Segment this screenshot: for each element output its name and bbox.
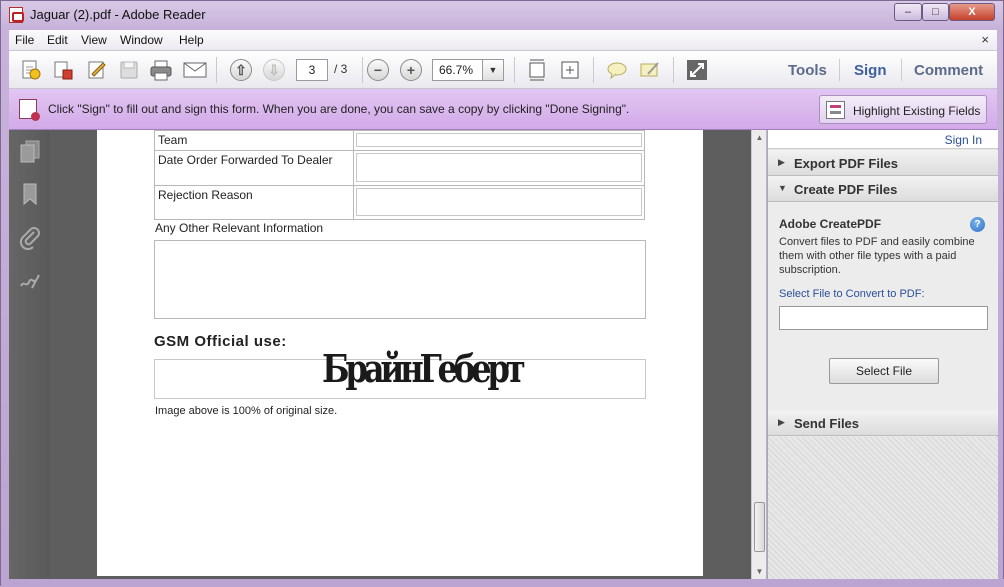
fit-page-icon[interactable] <box>558 58 582 82</box>
main-toolbar: ⇧ ⇩ 3 / 3 − + 66.7% ▼ Tools Sign Comment <box>9 51 997 89</box>
create-pdf-icon[interactable] <box>19 58 43 82</box>
save-icon[interactable] <box>117 58 141 82</box>
other-info-label: Any Other Relevant Information <box>155 221 324 235</box>
comment-icon[interactable] <box>605 58 629 82</box>
window-title: Jaguar (2).pdf - Adobe Reader <box>30 7 206 22</box>
app-window: Jaguar (2).pdf - Adobe Reader – □ X File… <box>0 0 1004 587</box>
maximize-button[interactable]: □ <box>922 3 949 21</box>
menu-help[interactable]: Help <box>179 33 204 47</box>
export-pdf-section[interactable]: ▶ Export PDF Files <box>768 150 998 176</box>
highlight-text-icon[interactable] <box>638 58 662 82</box>
task-pane: Sign In ▶ Export PDF Files ▼ Create PDF … <box>767 130 998 579</box>
select-file-input[interactable] <box>779 306 988 330</box>
create-pdf-panel: Adobe CreatePDF ? Convert files to PDF a… <box>768 202 998 410</box>
combine-files-icon[interactable] <box>51 58 75 82</box>
scroll-down-icon[interactable]: ▼ <box>752 564 767 579</box>
toolbar-separator <box>673 57 674 83</box>
sign-message: Click "Sign" to fill out and sign this f… <box>48 102 630 116</box>
export-pdf-title: Export PDF Files <box>794 156 899 171</box>
table-row: Date Order Forwarded To Dealer <box>154 150 645 186</box>
toolbar-separator <box>362 57 363 83</box>
bookmarks-icon[interactable] <box>18 182 42 206</box>
previous-page-icon[interactable]: ⇧ <box>229 58 253 82</box>
navigation-pane <box>9 130 50 579</box>
select-file-label: Select File to Convert to PDF: <box>779 288 925 300</box>
edit-form-icon[interactable] <box>85 58 109 82</box>
menu-edit[interactable]: Edit <box>47 33 68 47</box>
highlight-fields-icon <box>826 101 845 119</box>
vertical-scrollbar[interactable]: ▲ ▼ <box>751 130 766 579</box>
attachments-icon[interactable] <box>18 226 42 251</box>
email-icon[interactable] <box>183 58 207 82</box>
next-page-icon[interactable]: ⇩ <box>262 58 286 82</box>
chevron-right-icon: ▶ <box>778 417 785 427</box>
sign-in-link[interactable]: Sign In <box>945 133 982 147</box>
tab-tools[interactable]: Tools <box>788 62 827 79</box>
form-field-team[interactable] <box>353 130 645 151</box>
zoom-input[interactable]: 66.7% <box>432 59 488 81</box>
table-row: Rejection Reason <box>154 185 645 220</box>
close-button[interactable]: X <box>949 3 995 21</box>
row-label: Rejection Reason <box>154 185 354 220</box>
signature-image: БрайнГеберт <box>322 346 526 391</box>
sign-message-bar: Click "Sign" to fill out and sign this f… <box>9 89 997 130</box>
page-total: / 3 <box>334 62 348 76</box>
send-files-title: Send Files <box>794 416 860 431</box>
empty-pane-area <box>768 437 998 579</box>
form-field-date-forwarded[interactable] <box>353 150 645 186</box>
toolbar-separator <box>514 57 515 83</box>
menu-view[interactable]: View <box>81 33 107 47</box>
help-icon[interactable]: ? <box>970 217 985 232</box>
toolbar-separator <box>593 57 594 83</box>
createpdf-description: Convert files to PDF and easily combine … <box>779 236 975 276</box>
form-field-other-info[interactable] <box>154 240 646 319</box>
tab-sign[interactable]: Sign <box>854 62 887 79</box>
full-screen-icon[interactable] <box>685 58 709 82</box>
tab-separator <box>901 59 902 81</box>
chevron-down-icon: ▼ <box>778 183 787 193</box>
sign-document-icon <box>19 99 40 121</box>
tab-separator <box>839 59 840 81</box>
document-close-icon[interactable]: × <box>981 32 989 47</box>
row-label: Team <box>154 130 354 151</box>
title-bar: Jaguar (2).pdf - Adobe Reader – □ X <box>1 1 1003 29</box>
document-viewport[interactable]: Team Date Order Forwarded To Dealer Reje… <box>50 130 766 579</box>
scroll-up-icon[interactable]: ▲ <box>752 130 767 145</box>
zoom-dropdown-icon[interactable]: ▼ <box>482 59 504 81</box>
zoom-in-icon[interactable]: + <box>399 58 423 82</box>
menu-file[interactable]: File <box>15 33 34 47</box>
menu-bar: File Edit View Window Help × <box>9 30 997 51</box>
fit-width-icon[interactable] <box>525 58 549 82</box>
form-field-rejection-reason[interactable] <box>353 185 645 220</box>
create-pdf-section[interactable]: ▼ Create PDF Files <box>768 176 998 202</box>
toolbar-separator <box>216 57 217 83</box>
scroll-thumb[interactable] <box>754 502 765 552</box>
highlight-existing-fields-button[interactable]: Highlight Existing Fields <box>819 95 987 124</box>
create-pdf-title: Create PDF Files <box>794 182 898 197</box>
table-row: Team <box>154 130 645 151</box>
send-files-section[interactable]: ▶ Send Files <box>768 410 998 436</box>
signin-row: Sign In <box>768 130 998 149</box>
signatures-icon[interactable] <box>18 270 42 294</box>
highlight-button-label: Highlight Existing Fields <box>853 104 981 118</box>
chevron-right-icon: ▶ <box>778 157 785 167</box>
adobe-pdf-icon <box>9 7 24 23</box>
row-label: Date Order Forwarded To Dealer <box>154 150 354 186</box>
signature-caption: Image above is 100% of original size. <box>155 405 338 417</box>
pdf-page: Team Date Order Forwarded To Dealer Reje… <box>97 130 703 576</box>
page-thumbnails-icon[interactable] <box>18 140 42 164</box>
minimize-button[interactable]: – <box>894 3 922 21</box>
form-table: Team Date Order Forwarded To Dealer Reje… <box>154 130 645 220</box>
gsm-official-label: GSM Official use: <box>154 333 287 350</box>
createpdf-heading: Adobe CreatePDF <box>779 217 882 231</box>
menu-window[interactable]: Window <box>120 33 163 47</box>
print-icon[interactable] <box>149 58 173 82</box>
tab-comment[interactable]: Comment <box>914 62 983 79</box>
zoom-out-icon[interactable]: − <box>366 58 390 82</box>
select-file-button[interactable]: Select File <box>829 358 939 384</box>
page-number-input[interactable]: 3 <box>296 59 328 81</box>
